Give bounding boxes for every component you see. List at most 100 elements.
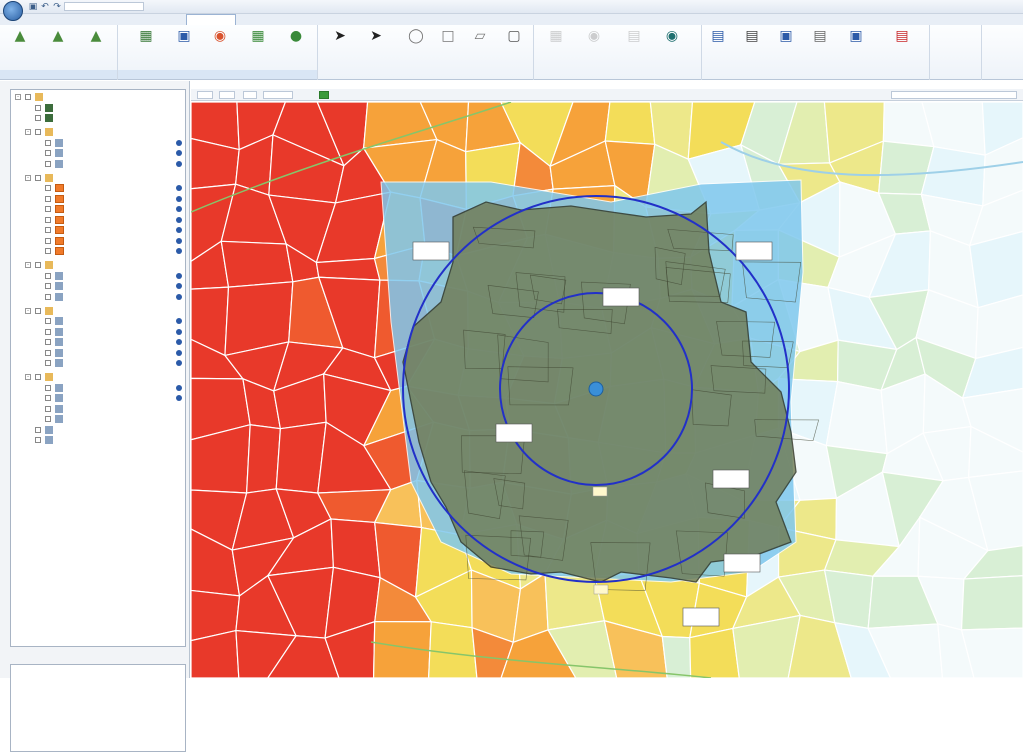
layer-tree-row[interactable]: - bbox=[11, 127, 185, 137]
map-refresh-icon[interactable] bbox=[319, 91, 329, 99]
layer-visibility-icon[interactable] bbox=[176, 227, 182, 233]
layer-tree-row[interactable] bbox=[11, 215, 185, 225]
ribbon-button-4[interactable]: ▦ bbox=[132, 28, 160, 68]
layer-checkbox[interactable] bbox=[45, 160, 51, 167]
ribbon-button-17[interactable]: ▤ bbox=[620, 28, 648, 68]
save-icon[interactable]: ▣ bbox=[28, 2, 38, 12]
layer-tree-row[interactable] bbox=[11, 271, 185, 281]
ribbon-tab-active[interactable] bbox=[186, 14, 236, 25]
ribbon-button-7[interactable]: ▦ bbox=[244, 28, 272, 68]
ribbon-button-10[interactable]: ➤ bbox=[362, 28, 390, 68]
layer-visibility-icon[interactable] bbox=[176, 283, 182, 289]
ribbon-button-9[interactable]: ➤ bbox=[326, 28, 354, 68]
expand-toggle[interactable]: - bbox=[25, 307, 31, 314]
ribbon-button-13[interactable]: ▱ bbox=[466, 28, 494, 68]
map-toolbar-item-3[interactable] bbox=[243, 91, 257, 99]
quick-access-toolbar[interactable] bbox=[64, 2, 144, 11]
layer-visibility-icon[interactable] bbox=[176, 206, 182, 212]
ribbon-button-20[interactable]: ▤ bbox=[738, 28, 766, 68]
layer-checkbox[interactable] bbox=[45, 416, 51, 422]
ribbon-button-3[interactable]: ▲ bbox=[82, 28, 110, 68]
layer-checkbox[interactable] bbox=[35, 262, 41, 268]
layer-checkbox[interactable] bbox=[45, 185, 51, 191]
layer-visibility-icon[interactable] bbox=[176, 237, 182, 244]
layer-checkbox[interactable] bbox=[45, 272, 51, 279]
layer-visibility-icon[interactable] bbox=[176, 328, 182, 335]
ribbon-button-8[interactable]: ● bbox=[282, 28, 310, 68]
layer-tree-row[interactable]: - bbox=[11, 173, 185, 183]
layer-tree-row[interactable] bbox=[11, 348, 185, 358]
layer-visibility-icon[interactable] bbox=[176, 150, 182, 156]
layer-visibility-icon[interactable] bbox=[176, 318, 182, 324]
layer-tree-row[interactable] bbox=[11, 281, 185, 291]
expand-toggle[interactable]: - bbox=[25, 262, 31, 268]
globe-icon[interactable] bbox=[3, 1, 23, 21]
layer-visibility-icon[interactable] bbox=[176, 360, 182, 366]
layer-checkbox[interactable] bbox=[45, 349, 51, 356]
layer-tree[interactable]: - - - - - - bbox=[10, 89, 186, 647]
ribbon-button-16[interactable]: ◉ bbox=[580, 28, 608, 68]
layer-tree-row[interactable] bbox=[11, 292, 185, 302]
layer-visibility-icon[interactable] bbox=[176, 160, 182, 167]
expand-toggle[interactable]: - bbox=[25, 374, 31, 380]
layer-visibility-icon[interactable] bbox=[176, 195, 182, 202]
layer-tree-row[interactable] bbox=[11, 103, 185, 113]
layer-checkbox[interactable] bbox=[35, 426, 41, 433]
map-toolbar-item-4[interactable] bbox=[263, 91, 293, 99]
layer-visibility-icon[interactable] bbox=[176, 216, 182, 223]
layer-checkbox[interactable] bbox=[35, 115, 41, 121]
layer-checkbox[interactable] bbox=[45, 227, 51, 233]
map-svg[interactable] bbox=[191, 102, 1023, 678]
ribbon-button-21[interactable]: ▣ bbox=[772, 28, 800, 68]
layer-checkbox[interactable] bbox=[35, 104, 41, 111]
layer-checkbox[interactable] bbox=[45, 384, 51, 391]
layer-tree-row[interactable] bbox=[11, 138, 185, 148]
layer-tree-row[interactable] bbox=[11, 225, 185, 235]
redo-icon[interactable]: ↷ bbox=[52, 2, 62, 12]
layer-tree-row[interactable] bbox=[11, 414, 185, 424]
layer-checkbox[interactable] bbox=[45, 360, 51, 366]
undo-icon[interactable]: ↶ bbox=[40, 2, 50, 12]
layer-tree-row[interactable] bbox=[11, 425, 185, 435]
layer-visibility-icon[interactable] bbox=[176, 272, 182, 279]
layer-checkbox[interactable] bbox=[45, 195, 51, 202]
layer-tree-row[interactable]: - bbox=[11, 92, 185, 102]
layer-visibility-icon[interactable] bbox=[176, 349, 182, 356]
layer-visibility-icon[interactable] bbox=[176, 339, 182, 345]
layer-visibility-icon[interactable] bbox=[176, 139, 182, 146]
ribbon-button-2[interactable]: ▲ bbox=[44, 28, 72, 68]
layer-checkbox[interactable] bbox=[45, 339, 51, 345]
ribbon-button-23[interactable]: ▣ bbox=[842, 28, 870, 68]
ribbon-button-11[interactable]: ◯ bbox=[402, 28, 430, 68]
ribbon-tab-1[interactable] bbox=[28, 14, 52, 25]
layer-checkbox[interactable] bbox=[45, 216, 51, 223]
layer-checkbox[interactable] bbox=[45, 237, 51, 244]
map-toolbar-item-2[interactable] bbox=[219, 91, 235, 99]
layer-visibility-icon[interactable] bbox=[176, 293, 182, 300]
map-toolbar-item-1[interactable] bbox=[197, 91, 213, 99]
layer-checkbox[interactable] bbox=[45, 150, 51, 156]
ribbon-button-18[interactable]: ◉ bbox=[658, 28, 686, 68]
ribbon-tab-2[interactable] bbox=[58, 14, 82, 25]
layer-visibility-icon[interactable] bbox=[176, 185, 182, 191]
layer-tree-row[interactable]: - bbox=[11, 306, 185, 316]
layer-checkbox[interactable] bbox=[45, 318, 51, 324]
layer-tree-row[interactable] bbox=[11, 404, 185, 414]
layer-checkbox[interactable] bbox=[35, 174, 41, 181]
layer-tree-row[interactable] bbox=[11, 316, 185, 326]
layer-tree-row[interactable] bbox=[11, 236, 185, 246]
ribbon-tab-4[interactable] bbox=[118, 14, 142, 25]
ribbon-button-15[interactable]: ▦ bbox=[542, 28, 570, 68]
ribbon-button-12[interactable]: □ bbox=[434, 28, 462, 68]
layer-checkbox[interactable] bbox=[45, 248, 51, 254]
layer-checkbox[interactable] bbox=[45, 293, 51, 300]
layer-checkbox[interactable] bbox=[35, 437, 41, 443]
layer-checkbox[interactable] bbox=[35, 374, 41, 380]
layer-tree-row[interactable] bbox=[11, 113, 185, 123]
layer-tree-row[interactable] bbox=[11, 327, 185, 337]
layer-checkbox[interactable] bbox=[25, 94, 31, 100]
expand-toggle[interactable]: - bbox=[15, 94, 21, 100]
ribbon-button-1[interactable]: ▲ bbox=[6, 28, 34, 68]
layer-checkbox[interactable] bbox=[35, 307, 41, 314]
layer-checkbox[interactable] bbox=[45, 283, 51, 289]
